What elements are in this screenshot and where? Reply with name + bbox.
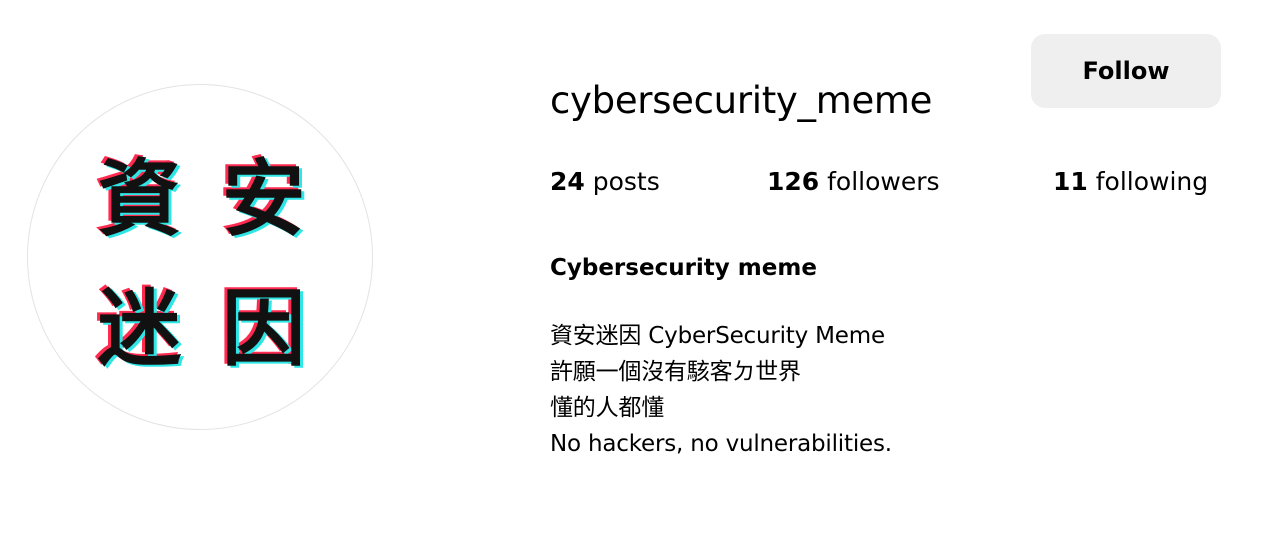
following-link[interactable]: 11 following	[1053, 160, 1208, 204]
profile-title-row: cybersecurity_meme Follow	[550, 34, 1222, 122]
bio-line: No hackers, no vulnerabilities.	[550, 431, 892, 457]
profile-full-name: Cybersecurity meme	[550, 255, 817, 281]
followers-link[interactable]: 126 followers	[767, 160, 940, 204]
profile-header: 資 資 資 安 安 安 迷 迷 迷 因 因 因 cybersecurity_me…	[0, 0, 1279, 533]
posts-count-number: 24	[550, 167, 585, 196]
posts-count: 24 posts	[550, 160, 660, 204]
profile-bio: 資安迷因 CyberSecurity Meme 許願一個沒有駭客ㄉ世界 懂的人都…	[550, 318, 1150, 462]
followers-count-number: 126	[767, 167, 820, 196]
avatar-logo-image: 資 資 資 安 安 安 迷 迷 迷 因 因 因	[95, 148, 309, 379]
following-count-label: following	[1087, 167, 1209, 196]
profile-username: cybersecurity_meme	[550, 78, 933, 122]
avatar-char-1: 資	[98, 150, 182, 248]
posts-count-label: posts	[584, 167, 660, 196]
avatar-char-4: 因	[222, 279, 306, 377]
bio-line: 資安迷因 CyberSecurity Meme	[550, 323, 885, 349]
avatar-char-2: 安	[222, 150, 306, 248]
following-count-number: 11	[1053, 167, 1088, 196]
avatar-char-3: 迷	[98, 279, 182, 377]
bio-line: 懂的人都懂	[550, 395, 665, 421]
bio-line: 許願一個沒有駭客ㄉ世界	[550, 359, 801, 385]
followers-count-label: followers	[819, 167, 940, 196]
profile-stats: 24 posts 126 followers 11 following	[550, 160, 1250, 204]
profile-avatar[interactable]: 資 資 資 安 安 安 迷 迷 迷 因 因 因	[27, 84, 373, 430]
follow-button[interactable]: Follow	[1031, 34, 1221, 108]
